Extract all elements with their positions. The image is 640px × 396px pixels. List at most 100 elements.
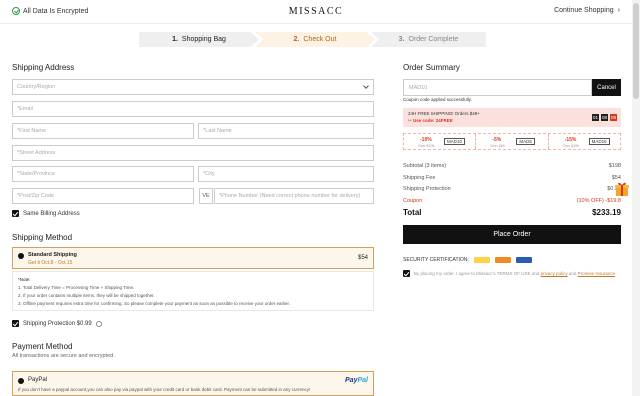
paypal-description: If you don't have a paypal account,you c… <box>18 387 311 392</box>
shipping-protection-row: Shipping Protection $0.99 <box>403 186 621 192</box>
checkbox-checked-icon <box>403 270 410 277</box>
coupon-threshold: Over $109 <box>418 144 435 148</box>
subtotal-row: Subtotal (3 items) $198 <box>403 163 621 169</box>
row-label: Subtotal (3 items) <box>403 163 447 169</box>
coupon-input[interactable]: MAD10 <box>403 79 592 96</box>
gift-icon[interactable] <box>614 181 630 197</box>
step-number: 3. <box>398 36 405 43</box>
note-line: 3. Offline payment requires extra time f… <box>18 301 291 306</box>
paypal-logo: PayPal <box>345 377 368 384</box>
last-name-placeholder: *Last Name <box>203 128 232 134</box>
checkbox-checked-icon <box>12 320 19 327</box>
terms-text: By placing my order, I agree to Missacc'… <box>414 270 615 277</box>
privacy-policy-link[interactable]: privacy policy <box>541 271 568 276</box>
promo-code-text: Use code: 24FREE <box>413 118 453 123</box>
payment-option-name: PayPal <box>28 377 48 383</box>
info-icon[interactable] <box>95 320 102 327</box>
state-placeholder: *State/Province <box>17 171 55 177</box>
total-value: $233.19 <box>592 208 621 217</box>
coupon-code: MAD15 <box>588 138 610 145</box>
coupon-threshold: Over $69 <box>490 144 505 148</box>
promo-code-line: ✂ Use code: 24FREE <box>408 118 453 124</box>
row-value: (10% OFF) -$19.8 <box>576 198 621 204</box>
verified-by-visa-icon <box>515 257 532 263</box>
city-field[interactable]: *City <box>198 166 374 182</box>
chevron-down-icon <box>363 83 369 89</box>
email-field[interactable]: *Email <box>12 101 374 117</box>
step-check-out: 2. Check Out <box>255 32 375 47</box>
cancel-coupon-button[interactable]: Cancel <box>592 79 621 96</box>
step-shopping-bag[interactable]: 1. Shopping Bag <box>139 32 259 47</box>
terms-checkbox[interactable] <box>403 270 410 277</box>
street-placeholder: *Street Address <box>17 150 56 156</box>
email-placeholder: *Email <box>17 106 33 112</box>
timer-minutes: 08 <box>601 114 608 121</box>
free-shipping-banner: 24H FREE SHIPPING! Orders $49+ ✂ Use cod… <box>403 108 621 127</box>
coupon-offer[interactable]: -15% Over $159 MAD15 <box>549 134 620 149</box>
checkout-steps: 1. Shopping Bag 2. Check Out 3. Order Co… <box>139 32 486 47</box>
phone-field[interactable]: *Phone Number (Need correct phone number… <box>214 188 374 204</box>
checkbox-checked-icon <box>12 210 19 217</box>
continue-shopping-link[interactable]: Continue Shopping › <box>554 7 620 14</box>
last-name-field[interactable]: *Last Name <box>198 123 374 139</box>
promo-headline: 24H FREE SHIPPING! Orders $49+ <box>408 111 480 116</box>
zip-placeholder: *Post/Zip Code <box>17 193 54 199</box>
brand-logo[interactable]: MISSACC <box>0 6 632 17</box>
coupon-percent: -5% <box>492 137 502 143</box>
promise-insurance-link[interactable]: Promise Insurance <box>578 271 616 276</box>
terms-agreement: By placing my order, I agree to Missacc'… <box>403 270 621 277</box>
payment-option-paypal[interactable]: PayPal PayPal If you don't have a paypal… <box>12 371 374 396</box>
scrollbar[interactable] <box>632 0 640 396</box>
first-name-field[interactable]: *First Name <box>12 123 194 139</box>
street-address-field[interactable]: *Street Address <box>12 145 374 161</box>
coupon-code: MAD5 <box>516 138 535 145</box>
scrollbar-thumb[interactable] <box>633 3 639 99</box>
countdown-timer: 01 08 09 <box>592 114 617 121</box>
shipping-method-title: Shipping Method <box>12 233 73 242</box>
step-number: 1. <box>172 36 178 43</box>
note-line: 1. Total Delivery Time = Processing Time… <box>18 285 135 290</box>
coupon-percent: -15% <box>564 137 577 143</box>
chevron-right-icon: › <box>617 7 620 14</box>
continue-shopping-label: Continue Shopping <box>554 7 614 14</box>
coupon-threshold: Over $159 <box>562 144 579 148</box>
coupon-offer[interactable]: -5% Over $69 MAD5 <box>476 134 549 149</box>
paypal-logo-pal: Pal <box>357 377 368 384</box>
step-label: Shopping Bag <box>181 36 226 43</box>
coupon-offer[interactable]: -10% Over $109 MAD10 <box>404 134 477 149</box>
row-label: Shipping Protection <box>403 186 451 192</box>
city-placeholder: *City <box>203 171 215 177</box>
zip-field[interactable]: *Post/Zip Code <box>12 188 194 204</box>
mastercard-securecode-icon <box>494 257 511 263</box>
coupon-value: MAD10 <box>409 84 428 91</box>
first-name-placeholder: *First Name <box>17 128 47 134</box>
row-label: Shipping Fee <box>403 175 436 181</box>
phone-placeholder: *Phone Number (Need correct phone number… <box>219 193 361 199</box>
total-row: Total $233.19 <box>403 208 621 217</box>
step-label: Check Out <box>303 36 337 43</box>
place-order-button[interactable]: Place Order <box>403 225 621 244</box>
paypal-logo-pay: Pay <box>345 377 358 384</box>
shipping-protection-checkbox[interactable]: Shipping Protection $0.99 <box>12 320 102 327</box>
shipping-address-title: Shipping Address <box>12 63 75 72</box>
terms-and: and <box>568 271 577 276</box>
note-title: *Note: <box>18 277 31 282</box>
country-select[interactable]: Country/Region <box>12 79 374 95</box>
shipping-price: $54 <box>357 255 368 261</box>
state-field[interactable]: *State/Province <box>12 166 194 182</box>
shipping-note: *Note: 1. Total Delivery Time = Processi… <box>12 271 374 311</box>
shipping-option-standard[interactable]: Standard Shipping Get it Oct.8 - Oct.15 … <box>12 247 374 269</box>
total-label: Total <box>403 208 422 217</box>
shipping-eta: Get it Oct.8 - Oct.15 <box>28 260 73 266</box>
payment-method-title: Payment Method <box>12 342 73 351</box>
same-billing-checkbox[interactable]: Same Billing Address <box>12 210 80 217</box>
coupon-percent: -10% <box>420 137 432 143</box>
row-label: Coupon <box>403 198 423 204</box>
country-placeholder: Country/Region <box>17 84 56 90</box>
note-line: 2. If your order contains multiple items… <box>18 293 155 298</box>
radio-selected-icon <box>18 378 24 384</box>
phone-country-code[interactable]: VE <box>199 188 213 204</box>
coupon-row: Coupon (10% OFF) -$19.8 <box>403 198 621 204</box>
coupon-code: MAD10 <box>444 138 466 145</box>
norton-badge-icon <box>473 257 490 263</box>
